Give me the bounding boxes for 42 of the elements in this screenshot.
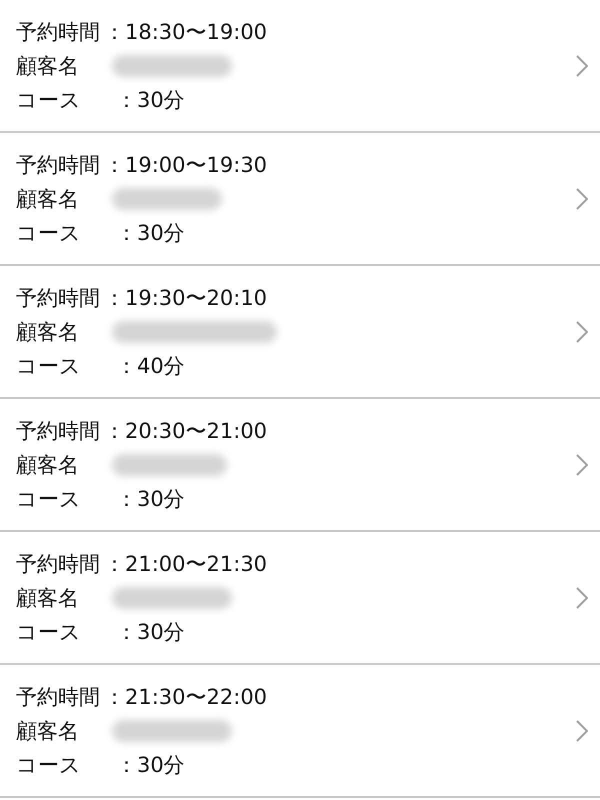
chevron-right-icon	[576, 720, 588, 742]
course-duration: ：40分	[116, 352, 185, 380]
field-label: コース	[16, 618, 82, 646]
reservation-time: ：19:00〜19:30	[104, 152, 268, 178]
reservation-row[interactable]: 予約時間 ：21:00〜21:30 顧客名 コース ：30分	[0, 532, 600, 665]
field-label: 予約時間	[16, 550, 101, 578]
field-label: コース	[16, 220, 82, 246]
field-label: 顧客名	[16, 318, 80, 346]
reservation-time: ：20:30〜21:00	[104, 418, 268, 444]
chevron-right-icon	[576, 320, 588, 342]
field-label: 予約時間	[16, 684, 101, 710]
reservation-time: ：21:00〜21:30	[104, 550, 268, 578]
chevron-right-icon	[576, 586, 588, 608]
chevron-right-icon	[576, 454, 588, 476]
course-duration: ：30分	[116, 618, 185, 646]
chevron-right-icon	[576, 54, 588, 76]
reservation-time: ：21:30〜22:00	[104, 684, 268, 710]
course-duration: ：30分	[116, 752, 185, 778]
reservation-time: ：19:30〜20:10	[104, 284, 268, 312]
reservation-row[interactable]: 予約時間 ：20:30〜21:00 顧客名 コース ：30分	[0, 399, 600, 532]
chevron-right-icon	[576, 188, 588, 210]
reservation-time: ：18:30〜19:00	[104, 18, 268, 46]
field-label: 予約時間	[16, 152, 101, 178]
course-duration: ：30分	[116, 86, 185, 114]
field-label: コース	[16, 86, 82, 114]
course-duration: ：30分	[116, 486, 185, 512]
reservation-row[interactable]: 予約時間 ：19:00〜19:30 顧客名 コース ：30分	[0, 133, 600, 266]
reservation-row[interactable]: 予約時間 ：21:30〜22:00 顧客名 コース ：30分	[0, 665, 600, 798]
reservation-row[interactable]: 予約時間 ：18:30〜19:00 顧客名 コース ：30分	[0, 0, 600, 133]
field-label: 予約時間	[16, 418, 101, 444]
field-label: 顧客名	[16, 186, 80, 212]
field-label: 顧客名	[16, 452, 80, 478]
field-label: コース	[16, 352, 82, 380]
field-label: コース	[16, 752, 82, 778]
field-label: コース	[16, 486, 82, 512]
field-label: 予約時間	[16, 284, 101, 312]
field-label: 顧客名	[16, 584, 80, 612]
field-label: 予約時間	[16, 18, 101, 46]
field-label: 顧客名	[16, 52, 80, 80]
reservation-row[interactable]: 予約時間 ：19:30〜20:10 顧客名 コース ：40分	[0, 266, 600, 399]
field-label: 顧客名	[16, 718, 80, 744]
course-duration: ：30分	[116, 220, 185, 246]
